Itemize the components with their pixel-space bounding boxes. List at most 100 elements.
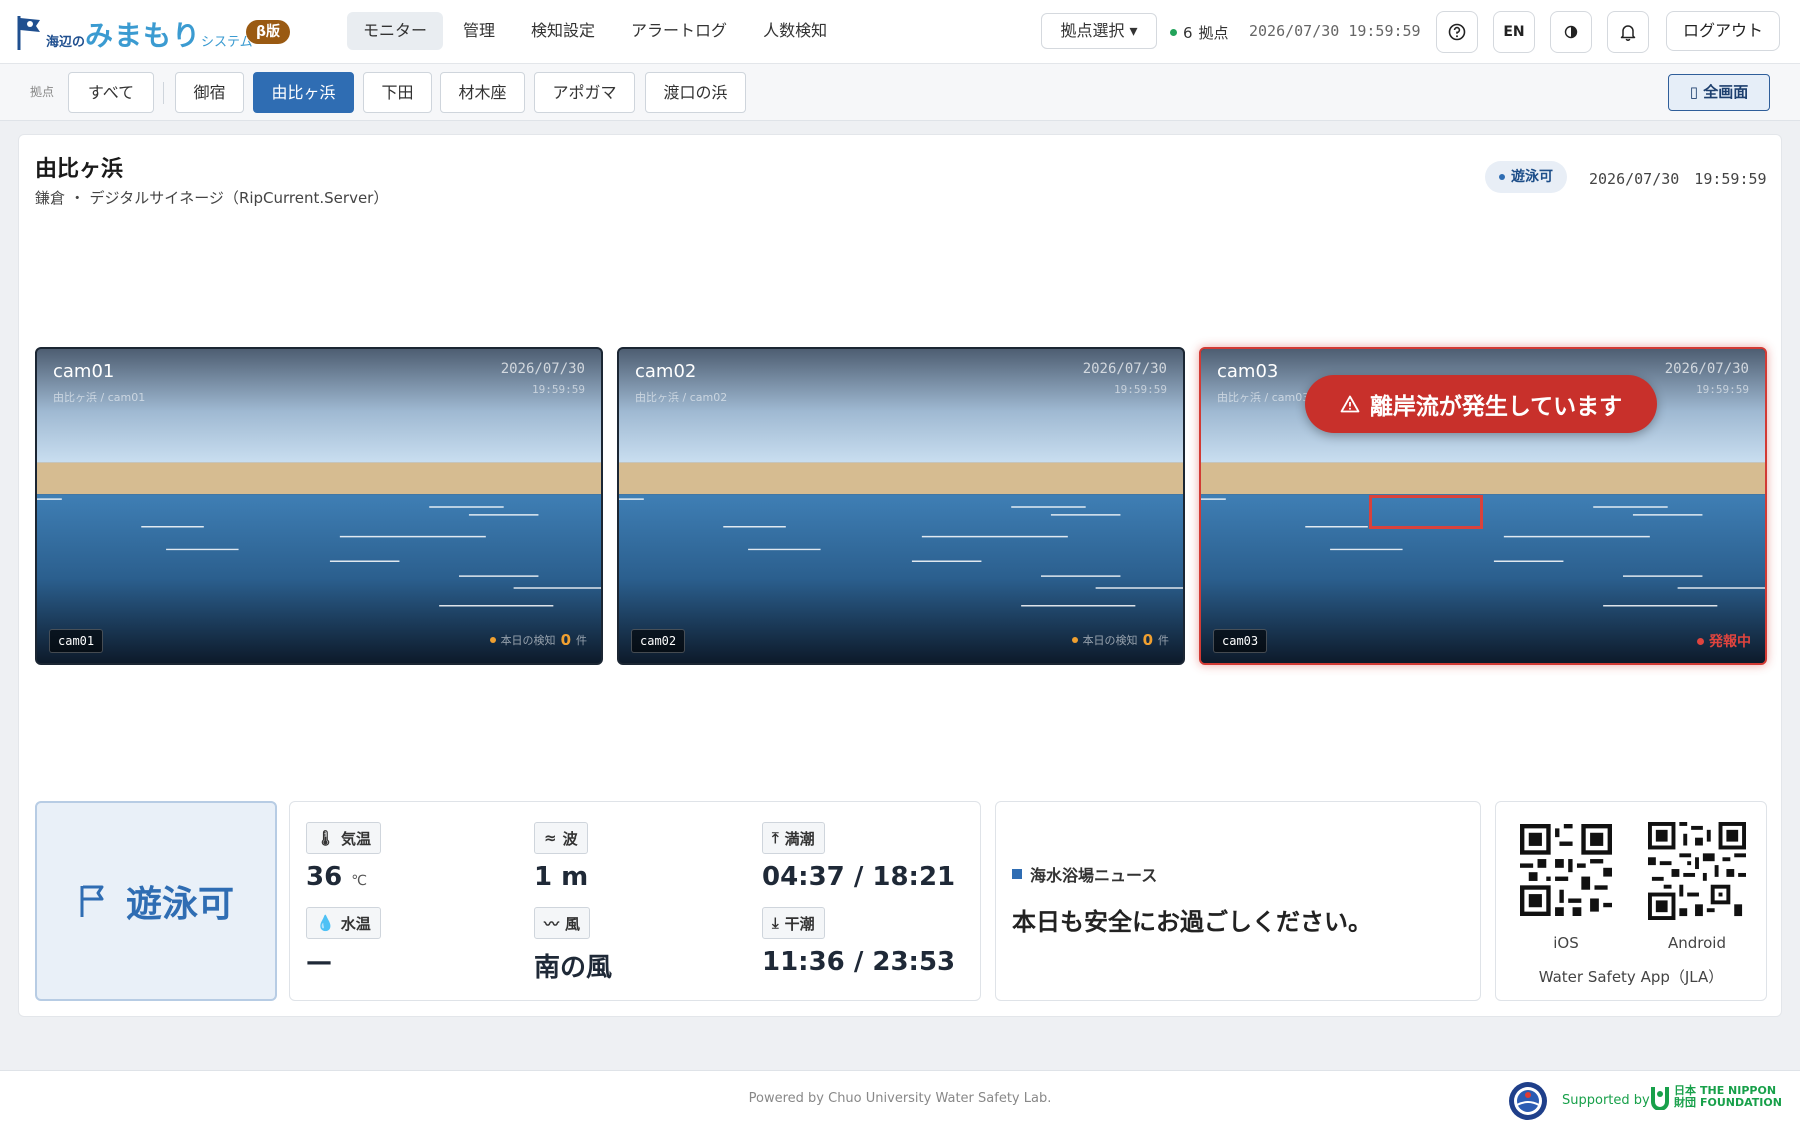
tide-up-icon: ⤒ [772, 829, 779, 847]
tab-toguchi[interactable]: 渡口の浜 [645, 72, 746, 113]
camera-name: cam02 [635, 361, 697, 382]
rip-current-alert-banner: 離岸流が発生しています [1305, 375, 1657, 433]
news-header: 海水浴場ニュース [1012, 862, 1157, 886]
alert-banner-text: 離岸流が発生しています [1369, 394, 1623, 420]
android-label: Android [1668, 934, 1726, 952]
camera-time: 19:59:59 [532, 383, 585, 396]
site-tabs-label: 拠点 [30, 85, 55, 99]
swim-status-card: 遊泳可 [35, 801, 277, 1001]
wind-item: 〰風 南の風 [534, 907, 612, 984]
air-temp-number: 36 [306, 862, 343, 892]
logo-small-text: 海辺の [46, 35, 86, 50]
camera-path: 由比ヶ浜 / cam01 [53, 391, 146, 404]
supported-by-text: Supported by [1562, 1093, 1650, 1108]
nippon-en-text: THE NIPPON FOUNDATION [1700, 1084, 1782, 1109]
high-tide-value: 04:37 / 18:21 [762, 862, 956, 892]
rip-current-detection-box [1369, 495, 1483, 529]
help-button[interactable] [1436, 11, 1478, 53]
nav-monitor[interactable]: モニター [347, 12, 444, 50]
wave-item: ≈ 波 1 m [534, 822, 588, 892]
air-temp-value: 36 ℃ [306, 862, 381, 892]
water-temp-item: 💧 水温 — [306, 907, 381, 977]
high-tide-label: ⤒ 満潮 [762, 822, 825, 854]
tab-shimoda[interactable]: 下田 [363, 72, 432, 113]
nav-alert-log[interactable]: アラートログ [615, 12, 743, 50]
news-card: 海水浴場ニュース 本日も安全にお過ごしください。 [995, 801, 1481, 1001]
site-tabs-bar: 拠点 すべて 御宿 由比ヶ浜 下田 材木座 アポガマ 渡口の浜 ▯ 全画面 [0, 64, 1800, 121]
weather-card: 🌡 気温 36 ℃ ≈ 波 1 m ⤒ 満潮 04:37 / 18:21 💧 水温 — [289, 801, 981, 1001]
wave-icon: ≈ [544, 829, 557, 847]
logout-button[interactable]: ログアウト [1666, 11, 1780, 51]
air-temp-label: 🌡 気温 [306, 822, 382, 854]
site-count-unit: 拠点 [1198, 24, 1229, 42]
page-footer: Powered by Chuo University Water Safety … [0, 1070, 1800, 1125]
news-title: 海水浴場ニュース [1030, 866, 1158, 885]
camera-date: 2026/07/30 [500, 361, 585, 377]
tab-zaimokuza[interactable]: 材木座 [440, 72, 525, 113]
nav-admin[interactable]: 管理 [447, 12, 511, 50]
language-button[interactable]: EN [1493, 11, 1535, 53]
camera-tag: cam03 [1213, 629, 1268, 653]
contrast-icon [1564, 25, 1578, 39]
flag-icon [80, 885, 104, 917]
wave-label-text: 波 [562, 829, 578, 848]
nippon-jp-text: 日本 財団 [1674, 1084, 1696, 1109]
swim-status-label: 遊泳可 [125, 884, 234, 925]
panel-clock: 2026/07/30 19:59:59 [1589, 170, 1767, 188]
wind-label-text: 風 [565, 914, 581, 933]
wind-icon: 〰 [544, 914, 560, 933]
fullscreen-button[interactable]: ▯ 全画面 [1668, 74, 1770, 111]
water-drop-icon: 💧 [316, 914, 335, 932]
wind-label: 〰風 [534, 907, 591, 939]
nav-detection-settings[interactable]: 検知設定 [515, 12, 611, 50]
status-badge-label: 遊泳可 [1511, 169, 1553, 185]
news-body: 本日も安全にお過ごしください。 [1012, 908, 1372, 936]
site-select-dropdown[interactable]: 拠点選択 ▾ [1041, 13, 1157, 49]
alerting-status: 発報中 [1697, 631, 1751, 651]
app-logo[interactable]: 海辺の みまもり システム [16, 14, 253, 52]
low-tide-value: 11:36 / 23:53 [762, 947, 956, 977]
camera-feed-cam03[interactable]: cam03 由比ヶ浜 / cam03 2026/07/30 19:59:59 離… [1199, 347, 1767, 665]
header-clock: 2026/07/30 19:59:59 [1249, 22, 1421, 40]
water-temp-label: 💧 水温 [306, 907, 381, 939]
detection-count-label: 本日の検知 [1082, 634, 1138, 647]
tab-yuigahama[interactable]: 由比ヶ浜 [253, 72, 354, 113]
page-subtitle: 鎌倉 ・ デジタルサイネージ（RipCurrent.Server） [35, 189, 389, 207]
water-temp-value: — [306, 947, 332, 977]
page-title: 由比ヶ浜 [35, 157, 124, 182]
android-qr-code[interactable] [1648, 822, 1746, 920]
nav-people-count[interactable]: 人数検知 [747, 12, 843, 50]
site-panel: 由比ヶ浜 鎌倉 ・ デジタルサイネージ（RipCurrent.Server） 遊… [18, 134, 1782, 1017]
beta-badge: β版 [246, 20, 291, 44]
camera-feed-cam01[interactable]: cam01 由比ヶ浜 / cam01 2026/07/30 19:59:59 c… [35, 347, 603, 665]
theme-toggle-button[interactable] [1550, 11, 1592, 53]
low-tide-item: ⤓ 干潮 11:36 / 23:53 [762, 907, 955, 977]
detection-count-value: 0 [1142, 631, 1153, 649]
air-temp-label-text: 気温 [341, 829, 372, 848]
wind-value: 南の風 [534, 953, 613, 983]
logo-suffix-text: システム [201, 35, 253, 50]
logo-main-text: みまもり [85, 19, 202, 52]
app-header: 海辺の みまもり システム β版 モニター 管理 検知設定 アラートログ 人数検… [0, 0, 1800, 64]
online-dot-icon [1170, 29, 1177, 36]
air-temp-item: 🌡 気温 36 ℃ [306, 822, 382, 892]
camera-path: 由比ヶ浜 / cam02 [635, 391, 728, 404]
camera-tag: cam02 [631, 629, 686, 653]
app-caption: Water Safety App（JLA） [1538, 968, 1724, 986]
camera-feed-cam02[interactable]: cam02 由比ヶ浜 / cam02 2026/07/30 19:59:59 c… [617, 347, 1185, 665]
detection-count: 本日の検知 0 件 [1071, 631, 1169, 649]
ios-qr-code[interactable] [1520, 824, 1612, 916]
tab-onjuku[interactable]: 御宿 [175, 72, 244, 113]
camera-path: 由比ヶ浜 / cam03 [1217, 391, 1310, 404]
nippon-foundation-icon [1651, 1087, 1669, 1110]
camera-time: 19:59:59 [1696, 383, 1749, 396]
alerting-status-label: 発報中 [1709, 634, 1751, 650]
camera-date: 2026/07/30 [1664, 361, 1749, 377]
tab-apogama[interactable]: アポガマ [534, 72, 635, 113]
notifications-button[interactable] [1607, 11, 1649, 53]
tab-all[interactable]: すべて [68, 72, 154, 113]
air-temp-unit: ℃ [351, 873, 367, 889]
alert-dot-icon [1697, 637, 1704, 645]
detection-count-unit: 件 [576, 634, 587, 647]
camera-date: 2026/07/30 [1082, 361, 1167, 377]
